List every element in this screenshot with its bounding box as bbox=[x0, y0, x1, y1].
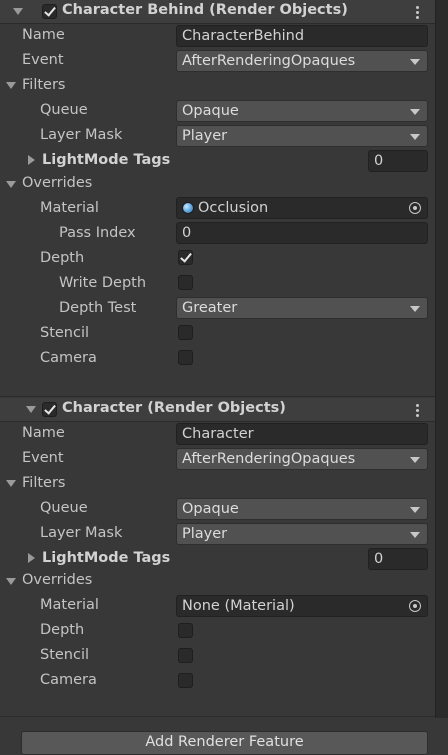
chevron-down-icon bbox=[410, 134, 420, 140]
add-renderer-feature-button[interactable]: Add Renderer Feature bbox=[21, 731, 428, 755]
layer-mask-label: Layer Mask bbox=[40, 127, 123, 143]
material-object-field[interactable]: Occlusion bbox=[176, 197, 428, 219]
filters-label: Filters bbox=[22, 475, 66, 491]
camera-checkbox[interactable] bbox=[178, 673, 193, 688]
depth-test-dropdown-value: Greater bbox=[182, 300, 238, 316]
lightmode-tags-count-field[interactable]: 0 bbox=[368, 150, 428, 172]
camera-label: Camera bbox=[40, 350, 97, 366]
depth-test-dropdown[interactable]: Greater bbox=[176, 297, 428, 319]
stencil-label: Stencil bbox=[40, 325, 90, 341]
lightmode-tags-label: LightMode Tags bbox=[42, 152, 171, 168]
foldout-arrow-icon[interactable] bbox=[26, 406, 36, 413]
layer-mask-dropdown-value: Player bbox=[182, 526, 228, 542]
overrides-label: Overrides bbox=[22, 175, 93, 191]
name-label: Name bbox=[22, 425, 65, 441]
chevron-down-icon bbox=[410, 532, 420, 538]
stencil-label: Stencil bbox=[40, 647, 90, 663]
chevron-down-icon bbox=[410, 457, 420, 463]
chevron-down-icon bbox=[410, 109, 420, 115]
queue-dropdown[interactable]: Opaque bbox=[176, 498, 428, 520]
material-object-value: None (Material) bbox=[182, 598, 295, 614]
camera-label: Camera bbox=[40, 672, 97, 688]
layer-mask-dropdown-value: Player bbox=[182, 128, 228, 144]
chevron-down-icon bbox=[410, 59, 420, 65]
depth-checkbox[interactable] bbox=[178, 250, 193, 265]
queue-label: Queue bbox=[40, 500, 88, 516]
event-dropdown[interactable]: AfterRenderingOpaques bbox=[176, 50, 428, 72]
material-object-field[interactable]: None (Material) bbox=[176, 595, 428, 617]
queue-dropdown[interactable]: Opaque bbox=[176, 100, 428, 122]
event-dropdown-value: AfterRenderingOpaques bbox=[182, 451, 356, 467]
layer-mask-label: Layer Mask bbox=[40, 525, 123, 541]
layer-mask-dropdown[interactable]: Player bbox=[176, 125, 428, 147]
write-depth-checkbox[interactable] bbox=[178, 275, 193, 290]
camera-checkbox[interactable] bbox=[178, 350, 193, 365]
feature-divider bbox=[0, 396, 435, 397]
material-sphere-icon bbox=[182, 202, 194, 214]
pass-index-field[interactable]: 0 bbox=[176, 222, 428, 244]
filters-label: Filters bbox=[22, 77, 66, 93]
name-field[interactable]: Character bbox=[176, 423, 428, 445]
list-bottom-divider bbox=[0, 716, 435, 717]
overrides-foldout-icon[interactable] bbox=[6, 578, 16, 585]
material-object-value: Occlusion bbox=[198, 200, 269, 216]
feature-title: Character Behind (Render Objects) bbox=[62, 2, 348, 18]
depth-checkbox[interactable] bbox=[178, 623, 193, 638]
depth-test-label: Depth Test bbox=[59, 300, 137, 316]
feature-enabled-checkbox[interactable] bbox=[42, 4, 57, 19]
feature-header-character[interactable]: Character (Render Objects) bbox=[0, 398, 435, 422]
queue-label: Queue bbox=[40, 102, 88, 118]
overrides-label: Overrides bbox=[22, 572, 93, 588]
lightmode-foldout-icon[interactable] bbox=[28, 553, 35, 563]
filters-foldout-icon[interactable] bbox=[6, 480, 16, 487]
event-label: Event bbox=[22, 450, 64, 466]
event-dropdown[interactable]: AfterRenderingOpaques bbox=[176, 448, 428, 470]
chevron-down-icon bbox=[410, 306, 420, 312]
pass-index-label: Pass Index bbox=[59, 225, 136, 241]
event-dropdown-value: AfterRenderingOpaques bbox=[182, 53, 356, 69]
layer-mask-dropdown[interactable]: Player bbox=[176, 523, 428, 545]
vertical-scrollbar[interactable] bbox=[435, 0, 448, 718]
object-picker-icon[interactable] bbox=[409, 202, 421, 214]
name-label: Name bbox=[22, 27, 65, 43]
stencil-checkbox[interactable] bbox=[178, 648, 193, 663]
lightmode-tags-count-field[interactable]: 0 bbox=[368, 548, 428, 570]
more-options-icon[interactable] bbox=[416, 6, 420, 21]
feature-header-character-behind[interactable]: Character Behind (Render Objects) bbox=[0, 0, 435, 24]
filters-foldout-icon[interactable] bbox=[6, 82, 16, 89]
chevron-down-icon bbox=[410, 507, 420, 513]
queue-dropdown-value: Opaque bbox=[182, 501, 239, 517]
name-field[interactable]: CharacterBehind bbox=[176, 25, 428, 47]
write-depth-label: Write Depth bbox=[59, 275, 147, 291]
feature-title: Character (Render Objects) bbox=[62, 400, 286, 416]
lightmode-tags-label: LightMode Tags bbox=[42, 550, 171, 566]
queue-dropdown-value: Opaque bbox=[182, 103, 239, 119]
feature-enabled-checkbox[interactable] bbox=[42, 402, 57, 417]
material-label: Material bbox=[40, 200, 99, 216]
depth-label: Depth bbox=[40, 250, 85, 266]
object-picker-icon[interactable] bbox=[409, 600, 421, 612]
foldout-arrow-icon[interactable] bbox=[13, 8, 23, 15]
lightmode-foldout-icon[interactable] bbox=[28, 155, 35, 165]
overrides-foldout-icon[interactable] bbox=[6, 181, 16, 188]
material-label: Material bbox=[40, 597, 99, 613]
stencil-checkbox[interactable] bbox=[178, 325, 193, 340]
depth-label: Depth bbox=[40, 622, 85, 638]
event-label: Event bbox=[22, 52, 64, 68]
more-options-icon[interactable] bbox=[416, 404, 420, 419]
